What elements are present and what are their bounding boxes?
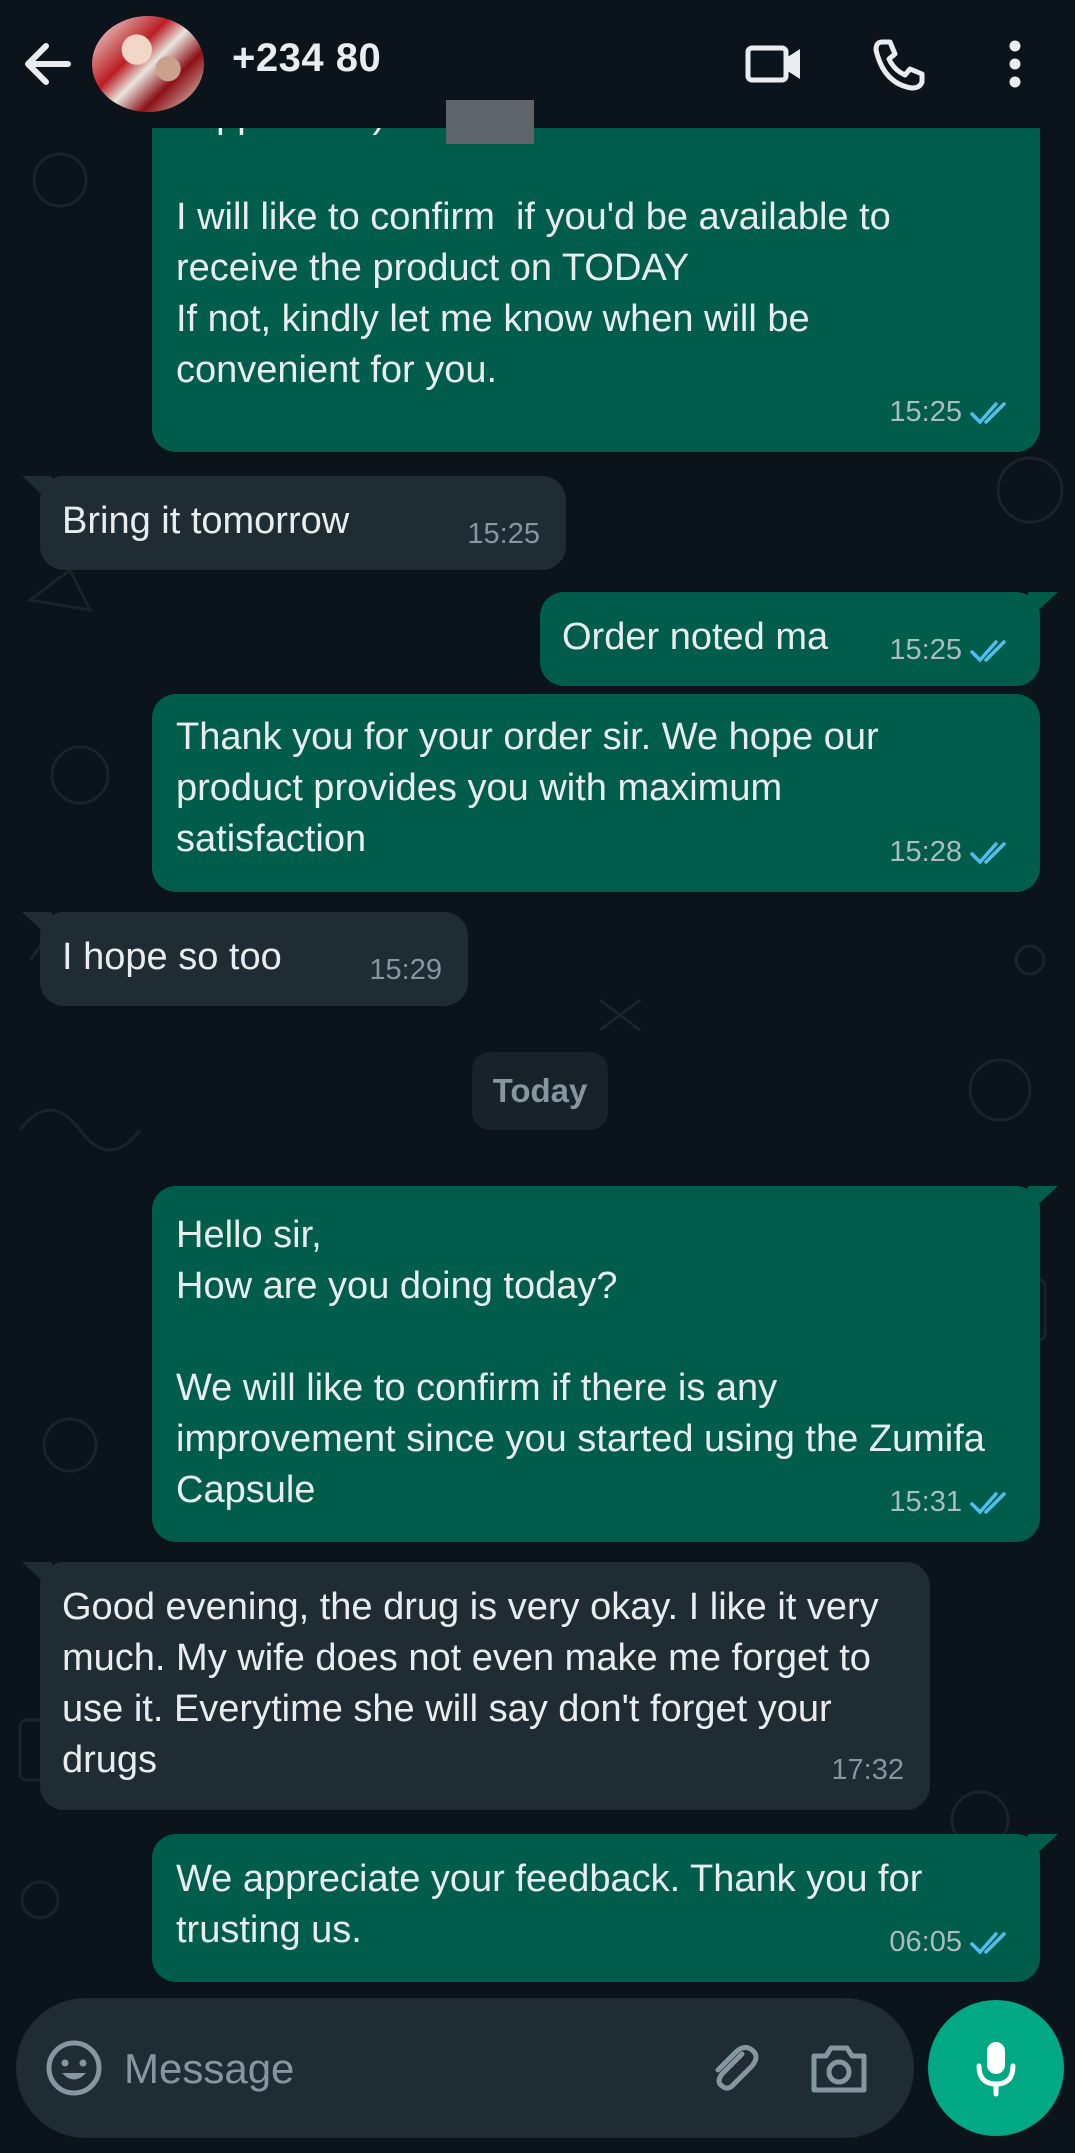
- message-text: Thank you for your order sir. We hope ou…: [176, 716, 890, 860]
- message-input[interactable]: [122, 2034, 686, 2104]
- message-bubble-incoming[interactable]: Bring it tomorrow 15:25: [22, 476, 566, 570]
- bubble-tail: [22, 1562, 52, 1590]
- bubble-tail: [1028, 592, 1058, 620]
- message-bubble-outgoing[interactable]: Order noted ma 15:25: [540, 592, 1058, 686]
- message-bubble-outgoing[interactable]: We appreciate your feedback. Thank you f…: [152, 1834, 1058, 1982]
- message-meta: 15:31: [889, 1477, 1014, 1528]
- contact-avatar[interactable]: [92, 16, 204, 112]
- message-bubble-incoming[interactable]: I hope so too 15:29: [22, 912, 468, 1006]
- message-text: We appreciate your feedback. Thank you f…: [176, 1858, 933, 1951]
- attach-icon[interactable]: [702, 2036, 766, 2100]
- message-meta: 17:32: [831, 1745, 904, 1796]
- message-bubble-outgoing[interactable]: Hello sir, How are you doing today? We w…: [152, 1186, 1058, 1542]
- bubble-tail: [22, 476, 52, 504]
- read-ticks-icon: [970, 1491, 1006, 1515]
- chat-header: +234 80: [0, 0, 1075, 128]
- message-time: 15:25: [467, 518, 540, 550]
- contact-name[interactable]: +234 80: [232, 36, 381, 81]
- message-time: 17:32: [831, 1754, 904, 1786]
- bubble-tail: [1028, 1834, 1058, 1862]
- emoji-icon[interactable]: [44, 2038, 104, 2098]
- message-time: 15:25: [889, 396, 962, 428]
- read-ticks-icon: [970, 401, 1006, 425]
- redaction-box: [446, 100, 534, 144]
- message-meta: 15:29: [369, 945, 442, 996]
- read-ticks-icon: [970, 639, 1006, 663]
- bubble-tail: [1028, 1186, 1058, 1214]
- video-call-icon[interactable]: [744, 36, 804, 92]
- message-text: Good evening, the drug is very okay. I l…: [62, 1586, 890, 1781]
- message-bubble-incoming[interactable]: Good evening, the drug is very okay. I l…: [22, 1562, 930, 1810]
- message-meta: 15:28: [889, 827, 1014, 878]
- back-arrow-icon[interactable]: [18, 36, 78, 92]
- message-meta: 15:25: [889, 625, 1014, 676]
- bubble-tail: [22, 912, 52, 940]
- microphone-button[interactable]: [928, 2000, 1064, 2136]
- message-meta: 15:25: [889, 387, 1014, 438]
- message-meta: 15:25: [467, 509, 540, 560]
- camera-icon[interactable]: [808, 2038, 870, 2098]
- message-bubble-outgoing[interactable]: supplement). I will like to confirm if y…: [152, 96, 1040, 452]
- read-ticks-icon: [970, 1931, 1006, 1955]
- message-time: 15:25: [889, 634, 962, 666]
- message-time: 15:31: [889, 1486, 962, 1518]
- message-text: supplement). I will like to confirm if y…: [176, 96, 891, 391]
- read-ticks-icon: [970, 841, 1006, 865]
- message-time: 15:28: [889, 836, 962, 868]
- message-text: Hello sir, How are you doing today? We w…: [176, 1214, 985, 1511]
- date-separator: Today: [472, 1052, 608, 1130]
- voice-call-icon[interactable]: [868, 36, 928, 92]
- message-composer: [16, 1998, 914, 2138]
- more-options-icon[interactable]: [990, 36, 1040, 92]
- message-time: 15:29: [369, 954, 442, 986]
- message-meta: 06:05: [889, 1917, 1014, 1968]
- message-bubble-outgoing[interactable]: Thank you for your order sir. We hope ou…: [152, 694, 1040, 892]
- message-time: 06:05: [889, 1926, 962, 1958]
- microphone-icon: [976, 2042, 1016, 2097]
